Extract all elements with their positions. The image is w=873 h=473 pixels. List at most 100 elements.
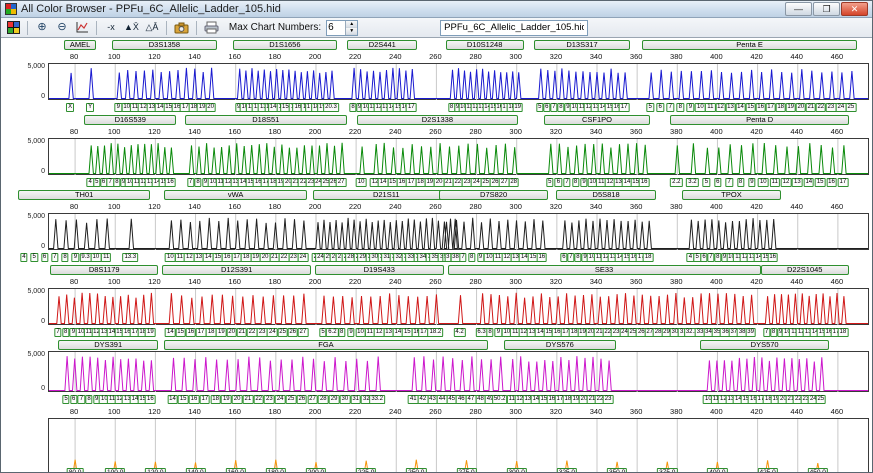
allele-label[interactable]: 11 [705,103,716,112]
allele-label[interactable]: 7 [54,328,62,337]
allele-label[interactable]: 11 [101,253,112,262]
allele-label[interactable]: 15 [175,328,186,337]
allele-label[interactable]: 17 [765,103,776,112]
allele-label[interactable]: 6 [554,178,563,187]
allele-label[interactable]: 25 [285,395,297,404]
zoom-out-button[interactable]: ⊖ [53,19,71,36]
allele-label[interactable]: 7 [186,178,195,187]
allele-label[interactable]: 6 [40,253,49,262]
allele-label[interactable]: 17 [618,103,630,112]
allele-label[interactable]: 8 [61,253,69,262]
allele-label[interactable]: 16 [536,253,548,262]
allele-label[interactable]: 11 [769,178,780,187]
allele-label[interactable]: 24 [297,253,309,262]
allele-label[interactable]: 20.3 [323,103,339,112]
allele-label[interactable]: 5 [702,178,711,187]
chart-settings-button[interactable] [73,19,91,36]
allele-label[interactable]: 14 [735,103,746,112]
allele-label[interactable]: Y [86,103,95,112]
max-chart-numbers-input[interactable] [327,20,346,35]
close-button[interactable]: ✕ [841,2,868,16]
allele-label[interactable]: 9 [71,253,80,262]
allele-label[interactable]: 8 [676,103,684,112]
print-button[interactable] [202,19,221,36]
allele-label[interactable]: 27 [307,395,318,404]
allele-label[interactable]: 15 [177,395,189,404]
allele-label[interactable]: 17 [405,103,417,112]
allele-label[interactable]: 22 [246,328,258,337]
allele-label[interactable]: 19 [216,328,227,337]
allele-label[interactable]: 25 [845,103,857,112]
allele-label[interactable]: 20 [231,395,243,404]
locus-label-TH01[interactable]: TH01 [17,190,151,200]
allele-label[interactable]: 8 [736,178,745,187]
locus-label-D5S818[interactable]: D5S818 [555,190,657,200]
locus-label-D2S1338[interactable]: D2S1338 [357,115,518,125]
locus-label-AMEL[interactable]: AMEL [64,40,97,50]
electropherogram-magenta[interactable] [48,351,869,392]
locus-label-D13S317[interactable]: D13S317 [533,40,631,50]
allele-label[interactable]: 9 [686,103,695,112]
locus-label-D1S1656[interactable]: D1S1656 [232,40,338,50]
allele-label[interactable]: 18 [210,395,221,404]
locus-label-DYS391[interactable]: DYS391 [58,340,159,350]
electropherogram-black[interactable] [48,213,869,250]
allele-label[interactable]: 39 [745,328,756,337]
allele-label[interactable]: 18 [642,253,654,262]
locus-label-D10S1248[interactable]: D10S1248 [445,40,524,50]
allele-label[interactable]: 22 [253,395,265,404]
locus-label-FGA[interactable]: FGA [164,340,488,350]
allele-label[interactable]: 4 [20,253,28,262]
allele-label[interactable]: 9 [748,178,756,187]
allele-label[interactable]: 20 [226,328,237,337]
allele-label[interactable]: 13 [792,178,803,187]
label-toggle-button[interactable]: -x [102,19,120,36]
allele-label[interactable]: 10 [757,178,769,187]
allele-label[interactable]: 23 [602,395,614,404]
allele-label[interactable]: 6 [70,395,78,404]
allele-label[interactable]: 21 [242,395,254,404]
maximize-button[interactable]: ❐ [813,2,840,16]
allele-label[interactable]: 7 [563,178,571,187]
allele-label[interactable]: 2.2 [670,178,683,187]
allele-label[interactable]: 19 [512,103,524,112]
allele-label[interactable]: 8 [468,253,476,262]
electropherogram-red[interactable] [48,288,869,325]
allele-label[interactable]: 26 [287,328,299,337]
locus-label-D12S391[interactable]: D12S391 [162,265,311,275]
allele-label[interactable]: 50.2 [491,395,508,404]
color-browser-button[interactable] [4,19,22,36]
allele-label[interactable]: X [66,103,75,112]
allele-label[interactable]: 7 [77,395,86,404]
locus-label-CSF1PO[interactable]: CSF1PO [543,115,651,125]
allele-label[interactable]: 23 [256,328,268,337]
allele-label[interactable]: 8 [85,395,93,404]
locus-label-D7S820[interactable]: D7S820 [439,190,548,200]
allele-label[interactable]: 21 [236,328,248,337]
locus-label-TPOX[interactable]: TPOX [682,190,781,200]
allele-label[interactable]: 16 [165,178,176,187]
allele-label[interactable]: 5 [646,103,654,112]
allele-label[interactable]: 27 [297,328,309,337]
spin-down-button[interactable]: ▼ [346,27,358,35]
allele-label[interactable]: 16 [145,395,156,404]
locus-label-D21S11[interactable]: D21S11 [313,190,460,200]
locus-label-D19S433[interactable]: D19S433 [315,265,444,275]
allele-label[interactable]: 17 [199,395,211,404]
mean-allele-button[interactable]: △Ā [143,19,161,36]
allele-label[interactable]: 7 [51,253,59,262]
spin-up-button[interactable]: ▲ [346,20,358,28]
zoom-in-button[interactable]: ⊕ [33,19,51,36]
allele-label[interactable]: 17 [837,178,849,187]
allele-label[interactable]: 9 [347,328,355,337]
allele-label[interactable]: 7 [725,178,733,187]
locus-label-DYS570[interactable]: DYS570 [700,340,829,350]
allele-label[interactable]: 18 [205,328,217,337]
allele-label[interactable]: 7 [666,103,674,112]
allele-label[interactable]: 25 [277,328,288,337]
allele-label[interactable]: 5 [62,395,70,404]
allele-label[interactable]: 8 [338,328,346,337]
allele-label[interactable]: 8 [62,328,70,337]
locus-label-Penta-E[interactable]: Penta E [642,40,857,50]
allele-label[interactable]: 28 [317,395,329,404]
